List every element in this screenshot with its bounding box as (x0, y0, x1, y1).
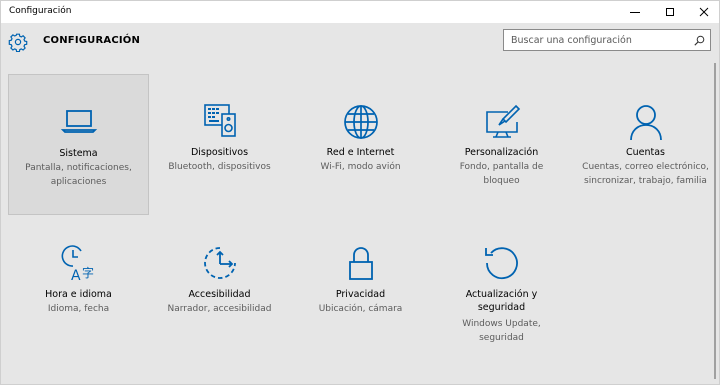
tile-description: Ubicación, cámara (318, 304, 403, 314)
tile-personalizacion[interactable]: Personalización Fondo, pantalla de bloqu… (431, 74, 572, 215)
window-title: Configuración (9, 6, 72, 16)
personalization-icon (485, 104, 520, 138)
search-icon[interactable] (694, 35, 705, 46)
tile-sistema[interactable]: Sistema Pantalla, notificaciones, aplica… (8, 74, 149, 215)
tile-dispositivos[interactable]: Dispositivos Bluetooth, dispositivos (149, 74, 290, 215)
tile-title: Personalización (464, 147, 539, 158)
tile-title: Red e Internet (326, 147, 395, 158)
tile-description: Narrador, accesibilidad (167, 304, 272, 314)
tile-actualizacion[interactable]: Actualización y seguridad Windows Update… (431, 229, 572, 354)
page-title: CONFIGURACIÓN (43, 35, 141, 46)
gear-icon (8, 33, 28, 52)
tile-description: Pantalla, notificaciones, aplicaciones (25, 163, 132, 187)
update-icon (484, 247, 518, 280)
person-icon (629, 105, 662, 141)
tile-title: Accesibilidad (188, 289, 251, 300)
devices-icon (203, 104, 236, 137)
tile-red-internet[interactable]: Red e Internet Wi-Fi, modo avión (290, 74, 431, 215)
tile-description: Bluetooth, dispositivos (168, 162, 271, 172)
title-bar: Configuración (1, 1, 719, 23)
settings-header: CONFIGURACIÓN (1, 23, 719, 61)
tile-title: Actualización y seguridad (465, 289, 538, 313)
tile-description: Fondo, pantalla de bloqueo (459, 162, 544, 186)
tile-title: Dispositivos (190, 147, 249, 158)
time-language-icon: A 字 (61, 245, 94, 283)
close-icon (699, 7, 709, 17)
tile-title: Privacidad (335, 289, 386, 300)
close-button[interactable] (687, 1, 720, 23)
tile-cuentas[interactable]: Cuentas Cuentas, correo electrónico, sin… (575, 74, 716, 215)
svg-text:A: A (71, 268, 81, 283)
lock-icon (348, 247, 373, 280)
tile-accesibilidad[interactable]: Accesibilidad Narrador, accesibilidad (149, 229, 290, 354)
tile-title: Hora e idioma (45, 289, 112, 300)
maximize-button[interactable] (653, 1, 687, 23)
globe-icon (343, 105, 378, 139)
settings-window: Configuración CONFIGURACIÓN Buscar una c… (0, 0, 720, 385)
accessibility-icon (203, 247, 236, 279)
tile-description: Idioma, fecha (47, 304, 110, 314)
search-box[interactable] (503, 29, 711, 51)
search-input[interactable] (504, 30, 690, 50)
tile-privacidad[interactable]: Privacidad Ubicación, cámara (290, 229, 431, 354)
tile-title: Sistema (59, 148, 98, 159)
minimize-button[interactable] (618, 1, 652, 23)
tile-description: Cuentas, correo electrónico, sincronizar… (582, 162, 709, 186)
svg-text:字: 字 (82, 265, 94, 280)
tile-title: Cuentas (625, 147, 666, 158)
tile-hora-idioma[interactable]: A 字 Hora e idioma Idioma, fecha (8, 229, 149, 354)
laptop-icon (60, 110, 97, 133)
tile-description: Windows Update, seguridad (462, 319, 541, 343)
tile-description: Wi-Fi, modo avión (320, 162, 401, 172)
minimize-icon (630, 12, 640, 13)
maximize-icon (666, 8, 674, 16)
